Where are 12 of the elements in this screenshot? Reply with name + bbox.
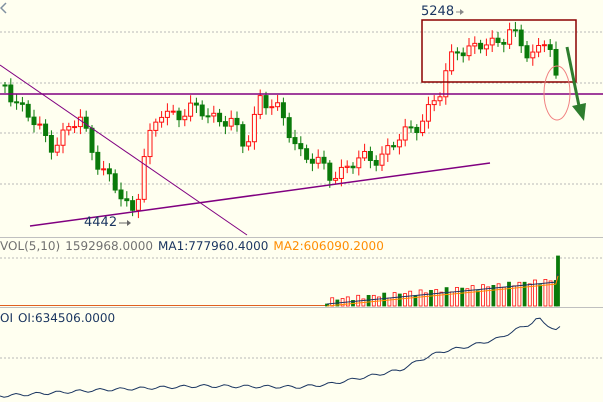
- chevron-left-icon[interactable]: [0, 2, 8, 14]
- arrow-icon: [119, 220, 132, 226]
- highlight-ellipse: [544, 66, 570, 120]
- price-label: 4442: [84, 216, 118, 229]
- ma1-value: MA1:777960.4000: [158, 240, 268, 252]
- open-interest-value: OI:634506.0000: [18, 312, 116, 324]
- indicator-label: VOL(5,10): [0, 240, 60, 252]
- arrow-icon: [456, 8, 464, 14]
- price-label: 5248: [421, 5, 454, 18]
- volume-value: 1592968.0000: [65, 240, 154, 252]
- indicator-label: OI: [0, 312, 13, 324]
- ma2-value: MA2:606090.2000: [273, 240, 384, 252]
